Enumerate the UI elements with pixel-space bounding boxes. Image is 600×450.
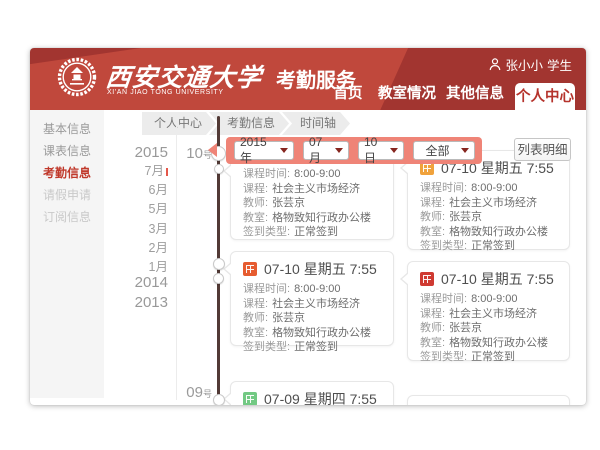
card-date-title: 07-10 星期五 7:55 (441, 269, 554, 289)
type-select[interactable]: 全部 (413, 141, 475, 160)
rail-year-2015[interactable]: 2015 (135, 144, 168, 161)
university-name-en: XI'AN JIAO TONG UNIVERSITY (107, 89, 224, 96)
sidebar-item-timetable[interactable]: 课表信息 (30, 140, 104, 162)
breadcrumb-timeline[interactable]: 时间轴 (282, 112, 350, 135)
rail-month-3[interactable]: 3月 (149, 218, 168, 237)
day-select[interactable]: 10日 (358, 141, 404, 160)
filter-bar: 2015年 07月 10日 全部 (226, 137, 482, 164)
breadcrumb: 个人中心 考勤信息 时间轴 (142, 112, 350, 135)
day-label-09: 09号 (178, 384, 212, 401)
status-icon-red (420, 272, 434, 286)
nav-item-classrooms[interactable]: 教室情况 (376, 82, 438, 103)
page: 西安交通大学 XI'AN JIAO TONG UNIVERSITY 考勤服务 张… (0, 0, 600, 450)
user-info[interactable]: 张小小 学生 (489, 55, 572, 74)
card-notch (223, 164, 231, 178)
breadcrumb-attendance[interactable]: 考勤信息 (209, 112, 289, 135)
sidebar-item-subscription[interactable]: 订阅信息 (30, 206, 104, 228)
rail-month-5[interactable]: 5月 (149, 198, 168, 217)
rail-month-2[interactable]: 2月 (149, 237, 168, 256)
rail-month-1[interactable]: 1月 (149, 256, 168, 275)
caret-down-icon (280, 148, 288, 153)
app-header: 西安交通大学 XI'AN JIAO TONG UNIVERSITY 考勤服务 张… (30, 48, 586, 110)
card-date-title: 07-10 星期五 7:55 (264, 259, 377, 279)
attendance-card[interactable]: 07-10 星期五 7:55 课程时间:8:00-9:00 课程:社会主义市场经… (230, 251, 394, 346)
day-label-10: 10号 (178, 145, 212, 162)
timeline-node-mid-1[interactable] (213, 258, 225, 270)
user-name: 张小小 (505, 55, 543, 74)
sidebar: 基本信息 课表信息 考勤信息 请假申请 订阅信息 (30, 110, 104, 398)
rail-month-7-current[interactable]: 7月 (145, 160, 168, 179)
timeline-node-mid-2[interactable] (213, 273, 224, 284)
timeline-node-small[interactable] (214, 164, 224, 174)
university-logo-icon (57, 57, 97, 97)
attendance-card[interactable]: 07-09 星期四 7:55 (230, 381, 394, 405)
breadcrumb-personal-center[interactable]: 个人中心 (142, 112, 216, 135)
caret-down-icon (335, 148, 343, 153)
year-select[interactable]: 2015年 (234, 141, 294, 160)
sidebar-item-basic-info[interactable]: 基本信息 (30, 118, 104, 140)
sidebar-item-attendance[interactable]: 考勤信息 (30, 162, 104, 184)
rail-year-2013[interactable]: 2013 (135, 294, 168, 311)
list-detail-button[interactable]: 列表明细 (514, 138, 571, 161)
month-select[interactable]: 07月 (303, 141, 349, 160)
nav-tab-personal-center[interactable]: 个人中心 (515, 83, 575, 110)
timeline-node-day09[interactable] (213, 394, 225, 405)
nav-item-home[interactable]: 首页 (326, 82, 370, 103)
rail-month-6[interactable]: 6月 (149, 179, 168, 198)
card-notch (400, 272, 408, 286)
attendance-card[interactable]: 07-10 星期五 7:55 课程时间:8:00-9:00 课程:社会主义市场经… (407, 261, 570, 361)
attendance-card[interactable]: 07-10 星期五 7:55 课程时间:8:00-9:00 课程:社会主义市场经… (407, 150, 570, 250)
app-window: 西安交通大学 XI'AN JIAO TONG UNIVERSITY 考勤服务 张… (30, 48, 586, 405)
filter-bar-arrow (208, 143, 217, 157)
card-date-title: 07-09 星期四 7:55 (264, 389, 377, 405)
rail-divider (176, 114, 177, 400)
status-icon-green (243, 392, 257, 405)
user-role: 学生 (547, 55, 572, 74)
caret-down-icon (461, 148, 469, 153)
nav-item-other-info[interactable]: 其他信息 (444, 82, 506, 103)
sidebar-item-leave-request[interactable]: 请假申请 (30, 184, 104, 206)
attendance-card-fragment (407, 395, 570, 405)
person-icon (489, 58, 501, 71)
caret-down-icon (390, 148, 398, 153)
status-icon-orange (243, 262, 257, 276)
rail-year-2014[interactable]: 2014 (135, 274, 168, 291)
